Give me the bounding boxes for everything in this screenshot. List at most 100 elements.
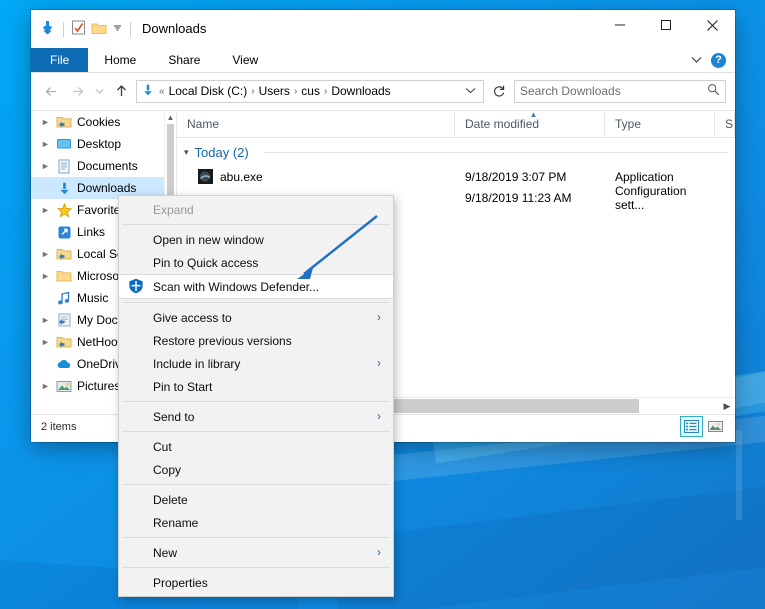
item-count: 2 items — [41, 421, 76, 433]
search-input[interactable]: Search Downloads — [514, 80, 726, 103]
downloads-arrow-icon[interactable] — [39, 19, 56, 39]
menu-item-cut[interactable]: Cut — [119, 435, 393, 458]
menu-label: Expand — [119, 203, 194, 217]
menu-item-give-access-to[interactable]: Give access to › — [119, 306, 393, 329]
breadcrumb-downloads[interactable]: Downloads — [331, 84, 390, 98]
menu-item-copy[interactable]: Copy — [119, 458, 393, 481]
tab-home[interactable]: Home — [88, 48, 152, 72]
scroll-right-icon[interactable]: ▶ — [719, 398, 735, 414]
sidebar-label: Pictures — [77, 379, 120, 393]
context-menu[interactable]: Expand Open in new window Pin to Quick a… — [118, 195, 394, 597]
column-header-name[interactable]: Name — [177, 111, 455, 137]
view-buttons[interactable] — [681, 417, 735, 436]
my-documents-icon — [56, 312, 72, 328]
menu-separator — [122, 567, 390, 568]
chevron-down-icon[interactable] — [691, 53, 702, 67]
application-icon — [198, 169, 214, 185]
shortcut-folder-icon — [56, 114, 72, 130]
back-button[interactable] — [40, 80, 62, 102]
minimize-button[interactable] — [597, 10, 643, 40]
menu-separator — [122, 537, 390, 538]
recent-locations-button[interactable] — [92, 80, 106, 102]
file-name: abu.exe — [220, 170, 263, 184]
column-header-type[interactable]: Type — [605, 111, 715, 137]
star-icon — [56, 202, 72, 218]
group-header-today[interactable]: ▾ Today (2) — [177, 138, 735, 166]
expand-chevron-icon[interactable]: ► — [40, 117, 51, 127]
window-controls[interactable] — [597, 10, 735, 40]
sidebar-label: Desktop — [77, 137, 121, 151]
sidebar-item-desktop[interactable]: ► Desktop — [31, 133, 176, 155]
chevron-down-icon[interactable]: ▾ — [184, 147, 189, 158]
menu-item-pin-to-quick-access[interactable]: Pin to Quick access — [119, 251, 393, 274]
sidebar-item-documents[interactable]: ► Documents — [31, 155, 176, 177]
expand-chevron-icon[interactable]: ► — [40, 161, 51, 171]
menu-label: Send to — [119, 410, 194, 424]
breadcrumb-drive[interactable]: Local Disk (C:) — [169, 84, 248, 98]
sidebar-item-cookies[interactable]: ► Cookies — [31, 111, 176, 133]
menu-label: Pin to Quick access — [119, 256, 258, 270]
expand-chevron-icon[interactable]: ► — [40, 271, 51, 281]
music-note-icon — [56, 290, 72, 306]
scroll-up-icon[interactable]: ▲ — [165, 111, 176, 123]
chevron-down-icon[interactable] — [465, 86, 479, 97]
menu-item-scan-with-windows-defender[interactable]: Scan with Windows Defender... — [119, 274, 393, 299]
close-button[interactable] — [689, 10, 735, 40]
links-icon — [56, 224, 72, 240]
breadcrumb-separator[interactable]: › — [324, 86, 327, 97]
address-bar[interactable]: « Local Disk (C:) › Users › cus › Downlo… — [136, 80, 484, 103]
menu-item-rename[interactable]: Rename — [119, 511, 393, 534]
expand-chevron-icon[interactable]: ► — [40, 139, 51, 149]
maximize-button[interactable] — [643, 10, 689, 40]
forward-button[interactable] — [66, 80, 88, 102]
breadcrumb-users[interactable]: Users — [259, 84, 290, 98]
menu-label: Give access to — [119, 311, 232, 325]
menu-item-include-in-library[interactable]: Include in library › — [119, 352, 393, 375]
menu-item-open-in-new-window[interactable]: Open in new window — [119, 228, 393, 251]
refresh-button[interactable] — [488, 80, 510, 102]
tab-view[interactable]: View — [216, 48, 274, 72]
sidebar-label: Links — [77, 225, 105, 239]
menu-item-delete[interactable]: Delete — [119, 488, 393, 511]
column-header-size[interactable]: S — [715, 111, 735, 137]
quick-access-toolbar[interactable] — [39, 19, 133, 39]
expand-chevron-icon[interactable]: ► — [40, 205, 51, 215]
customize-chevron-icon[interactable] — [112, 22, 123, 36]
column-header-row[interactable]: Name ▲ Date modified Type S — [177, 111, 735, 138]
breadcrumb-separator[interactable]: › — [294, 86, 297, 97]
title-bar[interactable]: Downloads — [31, 10, 735, 48]
large-icons-view-button[interactable] — [705, 417, 726, 436]
breadcrumb-separator[interactable]: › — [251, 86, 254, 97]
expand-chevron-icon[interactable]: ► — [40, 337, 51, 347]
new-folder-icon[interactable] — [91, 21, 107, 38]
menu-item-restore-previous-versions[interactable]: Restore previous versions — [119, 329, 393, 352]
menu-label: Rename — [119, 516, 198, 530]
search-icon[interactable] — [707, 83, 720, 99]
menu-label: Pin to Start — [119, 380, 212, 394]
menu-item-pin-to-start[interactable]: Pin to Start — [119, 375, 393, 398]
up-button[interactable] — [110, 80, 132, 102]
tab-share[interactable]: Share — [152, 48, 216, 72]
expand-chevron-icon[interactable]: ► — [40, 381, 51, 391]
file-name-cell[interactable]: abu.exe — [177, 169, 455, 185]
menu-item-send-to[interactable]: Send to › — [119, 405, 393, 428]
ribbon-tab-bar[interactable]: File Home Share View ? — [31, 48, 735, 73]
column-header-date-modified[interactable]: ▲ Date modified — [455, 111, 605, 137]
menu-separator — [122, 302, 390, 303]
menu-label: Restore previous versions — [119, 334, 292, 348]
toolbar-separator-2 — [130, 22, 131, 37]
sidebar-label: Cookies — [77, 115, 120, 129]
breadcrumb-cus[interactable]: cus — [301, 84, 320, 98]
documents-icon — [56, 158, 72, 174]
tab-file[interactable]: File — [31, 48, 88, 72]
help-icon[interactable]: ? — [711, 53, 726, 68]
expand-chevron-icon[interactable]: ► — [40, 249, 51, 259]
menu-label: Cut — [119, 440, 172, 454]
group-rule — [264, 152, 727, 153]
menu-item-properties[interactable]: Properties — [119, 571, 393, 594]
expand-chevron-icon[interactable]: ► — [40, 315, 51, 325]
menu-item-new[interactable]: New › — [119, 541, 393, 564]
properties-checkbox-icon[interactable] — [71, 20, 86, 38]
details-view-button[interactable] — [681, 417, 702, 436]
address-toolbar[interactable]: « Local Disk (C:) › Users › cus › Downlo… — [31, 73, 735, 110]
